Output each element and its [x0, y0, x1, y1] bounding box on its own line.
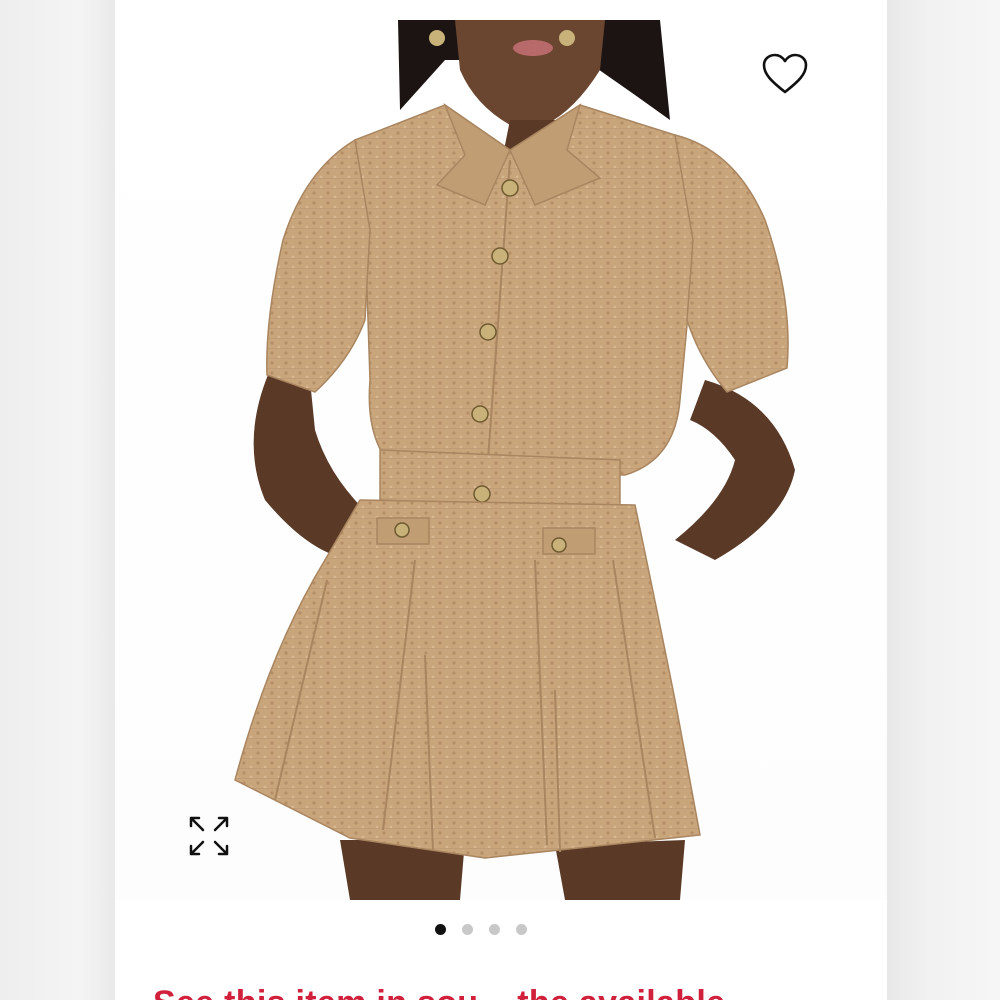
right-gutter — [887, 0, 1000, 1000]
product-photo-illustration — [115, 0, 887, 900]
left-gutter — [0, 0, 115, 1000]
availability-notice: See this item in sou... the available... — [153, 984, 873, 1000]
lips — [513, 40, 553, 56]
earring-right — [559, 30, 575, 46]
carousel-dot-1[interactable] — [435, 923, 446, 935]
expand-arrows-icon — [189, 816, 229, 856]
earring-left — [429, 30, 445, 46]
product-image[interactable] — [115, 0, 887, 900]
screen: See this item in sou... the available... — [0, 0, 1000, 1000]
favorite-button[interactable] — [757, 46, 813, 102]
skirt-button-right — [551, 537, 567, 553]
carousel-dot-2[interactable] — [462, 923, 473, 935]
product-card: See this item in sou... the available... — [115, 0, 887, 1000]
carousel-dot-3[interactable] — [489, 923, 500, 935]
expand-image-button[interactable] — [185, 812, 233, 860]
skirt-button-left — [394, 522, 410, 538]
skirt-tab-right — [542, 527, 596, 555]
carousel-dots — [115, 922, 887, 936]
heart-outline-icon — [762, 53, 808, 94]
carousel-dot-4[interactable] — [516, 923, 527, 935]
